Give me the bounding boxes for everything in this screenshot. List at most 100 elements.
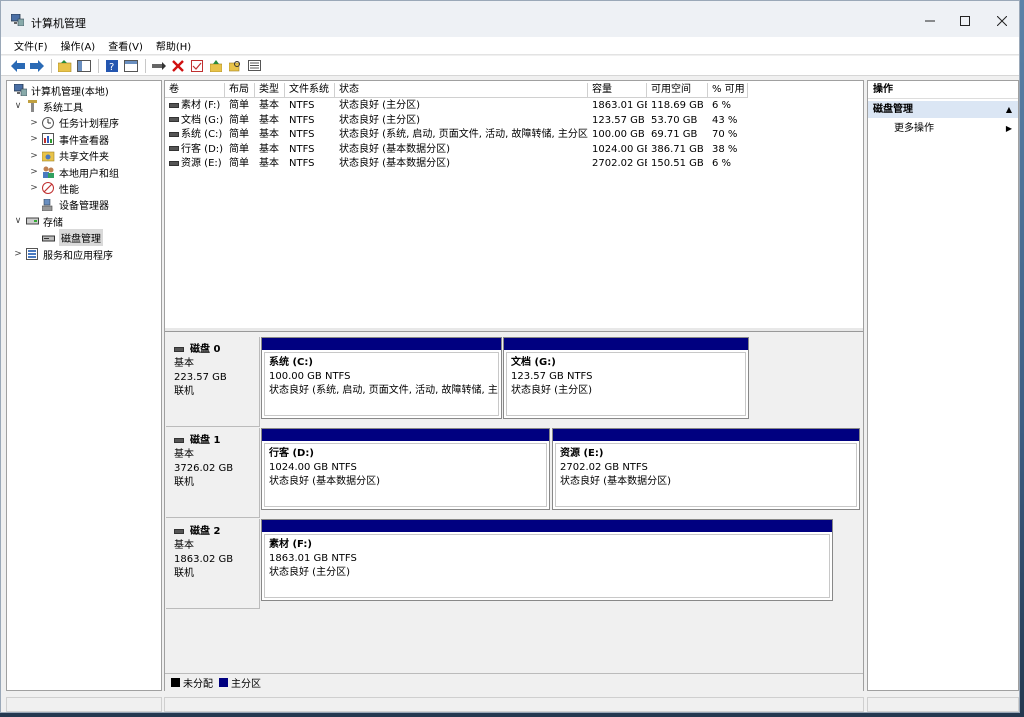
menu-view[interactable]: 查看(V) [102,38,149,53]
menu-action[interactable]: 操作(A) [55,38,102,53]
tree-item[interactable]: 设备管理器 [29,197,109,213]
volume-cell: 状态良好 (主分区) [339,100,420,111]
tree-item-label: 系统工具 [43,102,83,114]
tree-item[interactable]: > 服务和应用程序 [13,246,113,262]
column-header[interactable]: 卷 [165,83,225,98]
tree-item[interactable]: 计算机管理(本地) [11,82,109,98]
maximize-button[interactable] [952,11,978,31]
collapse-chevron-icon[interactable]: > [29,151,39,161]
column-header[interactable]: 状态 [335,83,588,98]
disk-management-icon [42,232,55,244]
volume-row[interactable]: 系统 (C:) 简单 基本 NTFS 状态良好 (系统, 启动, 页面文件, 活动, 故… [165,128,863,142]
tree-item[interactable]: > 本地用户和组 [29,164,119,180]
close-button[interactable] [989,11,1015,31]
volume-cell: 简单 [229,100,249,111]
tree-item[interactable]: ∨ 系统工具 [13,98,83,114]
disk-type: 基本 [174,449,194,460]
more-actions-item[interactable]: 更多操作 ▶ [894,122,1014,136]
collapse-chevron-icon[interactable]: > [13,249,23,259]
volume-name: 系统 (C:) [181,129,223,140]
volume-cell: 状态良好 (基本数据分区) [339,143,450,155]
tree-item[interactable]: 磁盘管理 [29,229,103,247]
column-header[interactable]: 可用空间 [647,83,708,98]
column-header[interactable]: 布局 [225,83,255,98]
show-hide-action-pane-button[interactable] [122,58,140,74]
partition-block[interactable]: 文档 (G:) 123.57 GB NTFS 状态良好 (主分区) [503,337,749,419]
disk-icon [174,528,184,534]
tree-item[interactable]: > 共享文件夹 [29,148,109,164]
partition-block[interactable]: 资源 (E:) 2702.02 GB NTFS 状态良好 (基本数据分区) [552,428,860,510]
tree-item[interactable]: > 任务计划程序 [29,115,119,131]
column-header[interactable]: 文件系统 [285,83,335,98]
show-hide-tree-button[interactable] [75,58,93,74]
collapse-chevron-icon[interactable]: > [29,183,39,193]
up-folder-button[interactable] [56,58,74,74]
properties-button[interactable] [188,58,206,74]
volume-row[interactable]: 文档 (G:) 简单 基本 NTFS 状态良好 (主分区) 123.57 GB 53.70 … [165,114,863,128]
disk-name: 磁盘 1 [174,434,251,448]
volume-cell: 69.71 GB [651,129,698,140]
collapse-chevron-icon[interactable]: > [29,134,39,144]
volume-cell: 简单 [229,129,249,140]
tree-item[interactable]: > 事件查看器 [29,131,109,147]
volume-list: 卷布局 类型 文件系统 状态 容量 可用空间% 可用 素材 (F:) 简单 基本 NTFS 状态良… [165,81,863,328]
volume-cell: 简单 [229,143,249,155]
services-icon [26,248,39,260]
tree-item[interactable]: > 性能 [29,180,79,196]
pane-splitter[interactable] [165,328,863,332]
back-button[interactable] [9,58,27,74]
partition-block[interactable]: 素材 (F:) 1863.01 GB NTFS 状态良好 (主分区) [261,519,833,601]
disk-info-label[interactable]: 磁盘 1 基本 3726.02 GB 联机 [166,428,260,518]
actions-section-disk-management[interactable]: 磁盘管理 ▲ [868,101,1018,118]
disk-icon [174,346,184,352]
expand-chevron-icon[interactable]: ∨ [13,216,23,226]
volume-cell: 53.70 GB [651,114,698,126]
volume-cell: 118.69 GB [651,100,704,111]
disk-info-label[interactable]: 磁盘 0 基本 223.57 GB 联机 [166,337,260,427]
delete-button[interactable] [169,58,187,74]
volume-cell: NTFS [289,143,315,155]
volume-name: 行客 (D:) [181,143,224,155]
status-bar [1,695,1019,712]
menu-bar: 文件(F) 操作(A) 查看(V) 帮助(H) [1,37,1019,55]
volume-cell: 状态良好 (基本数据分区) [339,158,450,169]
volume-row[interactable]: 行客 (D:) 简单 基本 NTFS 状态良好 (基本数据分区) 1024.00 GB 38… [165,143,863,157]
partition-size: 100.00 GB NTFS [269,371,351,382]
console-tree-icon [77,59,91,72]
list-view-button[interactable] [245,58,263,74]
tree-item[interactable]: ∨ 存储 [13,213,63,229]
menu-file[interactable]: 文件(F) [8,38,54,53]
help-button[interactable]: ? [103,58,121,74]
volume-row[interactable]: 素材 (F:) 简单 基本 NTFS 状态良好 (主分区) 1863.01 GB 118.6… [165,99,863,113]
partition-block[interactable]: 行客 (D:) 1024.00 GB NTFS 状态良好 (基本数据分区) [261,428,550,510]
volume-drive-icon [169,131,179,137]
volume-cell: 状态良好 (系统, 启动, 页面文件, 活动, 故障转储, 主分区) [339,129,588,140]
disk-graphical-view: 磁盘 0 基本 223.57 GB 联机 系统 (C:) 100.00 GB NTFS 状态… [165,333,863,673]
column-header[interactable]: 容量 [588,83,647,98]
import-button[interactable] [207,58,225,74]
tree-item-label: 存储 [43,217,63,229]
volume-cell: 43 % [712,114,738,126]
forward-button[interactable] [28,58,46,74]
expand-chevron-icon[interactable]: ∨ [13,101,23,111]
disk-info-label[interactable]: 磁盘 2 基本 1863.02 GB 联机 [166,519,260,609]
minimize-button[interactable] [917,11,943,31]
volume-cell: 资源 (E:) [165,157,225,171]
partition-name: 系统 (C:) [269,357,313,368]
volume-name: 资源 (E:) [181,158,222,169]
volume-row[interactable]: 资源 (E:) 简单 基本 NTFS 状态良好 (基本数据分区) 2702.02 GB 15… [165,157,863,171]
column-header[interactable]: 类型 [255,83,285,98]
menu-help[interactable]: 帮助(H) [150,38,197,53]
search-button[interactable] [226,58,244,74]
checklist-icon [191,59,203,72]
partition-block[interactable]: 系统 (C:) 100.00 GB NTFS 状态良好 (系统, 启动, 页面文件,… [261,337,502,419]
connect-button[interactable] [150,58,168,74]
toolbar-separator [145,58,146,73]
status-segment-right [867,697,1019,712]
collapse-chevron-icon[interactable]: > [29,167,39,177]
volume-cell: 基本 [259,129,279,140]
column-header[interactable]: % 可用 [708,83,748,98]
shared-folder-icon [41,150,55,162]
volume-cell: 文档 (G:) [165,114,225,128]
collapse-chevron-icon[interactable]: > [29,118,39,128]
